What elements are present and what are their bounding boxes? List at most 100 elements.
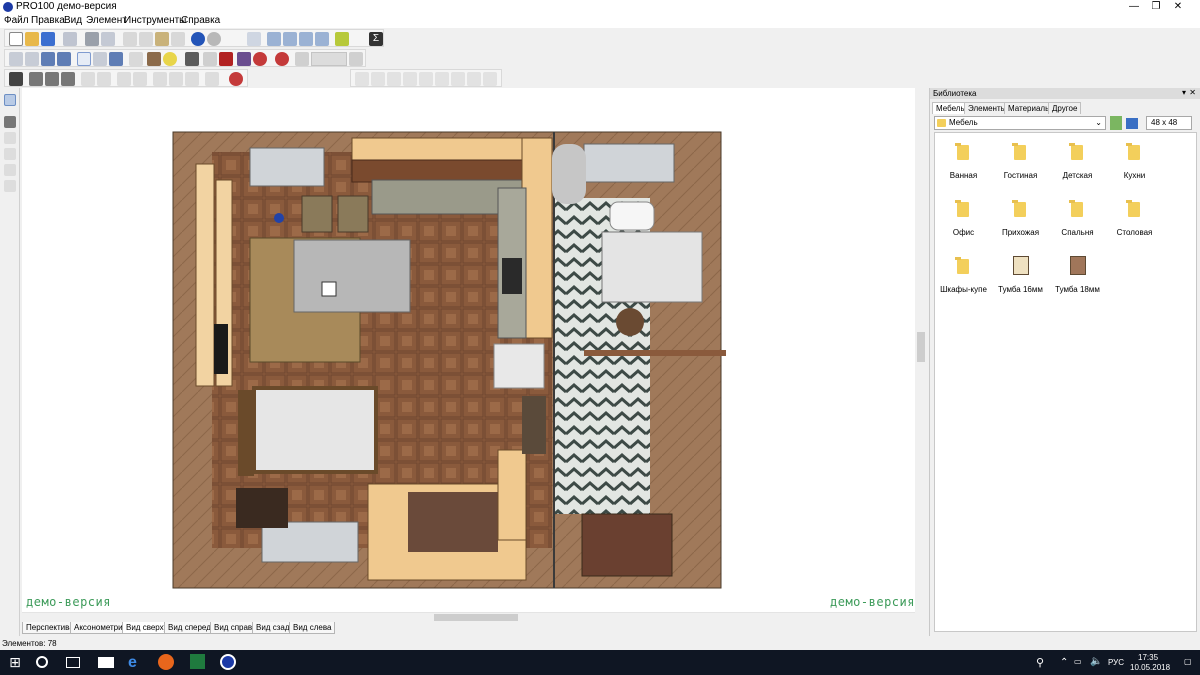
- group-icon[interactable]: [205, 72, 219, 86]
- light-icon[interactable]: [335, 32, 349, 46]
- menu-element[interactable]: Элемент: [86, 15, 127, 26]
- view-solid-icon[interactable]: [41, 52, 55, 66]
- library-item-kitchens[interactable]: Кухни: [1106, 133, 1163, 189]
- target-icon[interactable]: [275, 52, 289, 66]
- language-indicator[interactable]: РУС: [1108, 658, 1124, 667]
- excel-icon[interactable]: [190, 654, 205, 669]
- library-item-wardrobes[interactable]: Шкафы-купе: [935, 247, 992, 303]
- folder-up-icon[interactable]: [1110, 116, 1122, 130]
- align-top-icon[interactable]: [403, 72, 417, 86]
- same-width-icon[interactable]: [451, 72, 465, 86]
- menu-file[interactable]: Файл: [4, 15, 29, 26]
- library-tab-other[interactable]: Другое: [1048, 102, 1082, 114]
- person-icon[interactable]: ⚲: [1036, 656, 1044, 669]
- center-icon[interactable]: [169, 72, 183, 86]
- menu-help[interactable]: Справка: [181, 15, 220, 26]
- room-icon[interactable]: [267, 32, 281, 46]
- measure-icon[interactable]: [185, 52, 199, 66]
- dimension-tool-icon[interactable]: [4, 116, 16, 128]
- start-icon[interactable]: ⊞: [6, 654, 24, 671]
- edge-icon[interactable]: e: [128, 654, 146, 671]
- network-icon[interactable]: ▭: [1074, 657, 1082, 666]
- undo-icon[interactable]: [191, 32, 205, 46]
- paste-icon[interactable]: [155, 32, 169, 46]
- snap-icon[interactable]: [253, 52, 267, 66]
- library-item-hallway[interactable]: Прихожая: [992, 190, 1049, 246]
- dimensions-icon[interactable]: [129, 52, 143, 66]
- wall-icon[interactable]: [283, 32, 297, 46]
- materials-icon[interactable]: [147, 52, 161, 66]
- move-icon[interactable]: [29, 72, 43, 86]
- task-view-icon[interactable]: [66, 657, 80, 668]
- scale-icon[interactable]: [97, 72, 111, 86]
- library-item-bedroom[interactable]: Спальня: [1049, 190, 1106, 246]
- zoom-tool-icon[interactable]: [4, 180, 16, 192]
- select-arrow-icon[interactable]: [4, 94, 16, 106]
- pin-icon[interactable]: ▾: [1182, 88, 1186, 97]
- export-icon[interactable]: [63, 32, 77, 46]
- vertical-scroll-thumb[interactable]: [917, 332, 925, 362]
- print-icon[interactable]: [85, 32, 99, 46]
- firefox-icon[interactable]: [158, 654, 174, 670]
- move-axis-icon[interactable]: [117, 72, 131, 86]
- print-preview-icon[interactable]: [101, 32, 115, 46]
- horizontal-scrollbar[interactable]: [22, 612, 915, 622]
- view-texture-icon[interactable]: [57, 52, 71, 66]
- open-folder-icon[interactable]: [25, 32, 39, 46]
- library-item-cabinet-16[interactable]: Тумба 16мм: [992, 247, 1049, 303]
- grid-snap-icon[interactable]: [9, 72, 23, 86]
- menu-edit[interactable]: Правка: [31, 15, 65, 26]
- library-item-bathroom[interactable]: Ванная: [935, 133, 992, 189]
- align-center-icon[interactable]: [371, 72, 385, 86]
- icon-size-select[interactable]: 48 x 48: [1146, 116, 1192, 130]
- align-icon[interactable]: [45, 72, 59, 86]
- library-item-dining-room[interactable]: Столовая: [1106, 190, 1163, 246]
- redo-icon[interactable]: [207, 32, 221, 46]
- rotate-icon[interactable]: [153, 72, 167, 86]
- align-middle-icon[interactable]: [419, 72, 433, 86]
- zoom-fit-icon[interactable]: [349, 52, 363, 66]
- align-right-icon[interactable]: [387, 72, 401, 86]
- project-properties-icon[interactable]: [247, 32, 261, 46]
- close-button[interactable]: ✕: [1156, 0, 1200, 14]
- clock-date[interactable]: 10.05.2018: [1130, 663, 1170, 672]
- same-height-icon[interactable]: [467, 72, 481, 86]
- new-file-icon[interactable]: [9, 32, 23, 46]
- sum-icon[interactable]: Σ: [369, 32, 383, 46]
- box-tool-icon[interactable]: [4, 132, 16, 144]
- panel-close-icon[interactable]: ✕: [1189, 88, 1196, 97]
- zoom-input[interactable]: [311, 52, 347, 66]
- menu-tools[interactable]: Инструменты: [124, 15, 186, 26]
- view-perspective-icon[interactable]: [9, 52, 23, 66]
- pencil-icon[interactable]: [61, 72, 75, 86]
- view-top-icon[interactable]: [77, 52, 91, 66]
- camera-tool-icon[interactable]: [4, 148, 16, 160]
- align-bottom-icon[interactable]: [435, 72, 449, 86]
- clock-time[interactable]: 17:35: [1138, 653, 1158, 662]
- resize-icon[interactable]: [81, 72, 95, 86]
- door-icon[interactable]: [299, 32, 313, 46]
- library-folder-select[interactable]: Мебель ⌄: [934, 116, 1106, 130]
- floor-plan[interactable]: [22, 88, 915, 612]
- mail-icon[interactable]: [98, 657, 114, 668]
- tray-up-icon[interactable]: ⌃: [1060, 657, 1068, 668]
- view-front-icon[interactable]: [93, 52, 107, 66]
- library-item-kids-room[interactable]: Детская: [1049, 133, 1106, 189]
- notifications-icon[interactable]: ▢: [1184, 657, 1192, 666]
- library-item-living-room[interactable]: Гостиная: [992, 133, 1049, 189]
- cut-icon[interactable]: [123, 32, 137, 46]
- zoom-icon[interactable]: [295, 52, 309, 66]
- view-mode-icon[interactable]: [1126, 118, 1138, 129]
- horizontal-scroll-thumb[interactable]: [434, 614, 518, 621]
- copy-icon[interactable]: [139, 32, 153, 46]
- edit-tool-icon[interactable]: [4, 164, 16, 176]
- save-icon[interactable]: [41, 32, 55, 46]
- align-left-icon[interactable]: [355, 72, 369, 86]
- bulb-icon[interactable]: [163, 52, 177, 66]
- tab-left-view[interactable]: Вид слева: [289, 622, 336, 634]
- design-viewport[interactable]: демо-версия демо-версия: [22, 88, 915, 612]
- lock-icon[interactable]: [229, 72, 243, 86]
- vertical-scrollbar[interactable]: [915, 88, 927, 612]
- view-wire-icon[interactable]: [25, 52, 39, 66]
- volume-icon[interactable]: 🔈: [1090, 656, 1102, 667]
